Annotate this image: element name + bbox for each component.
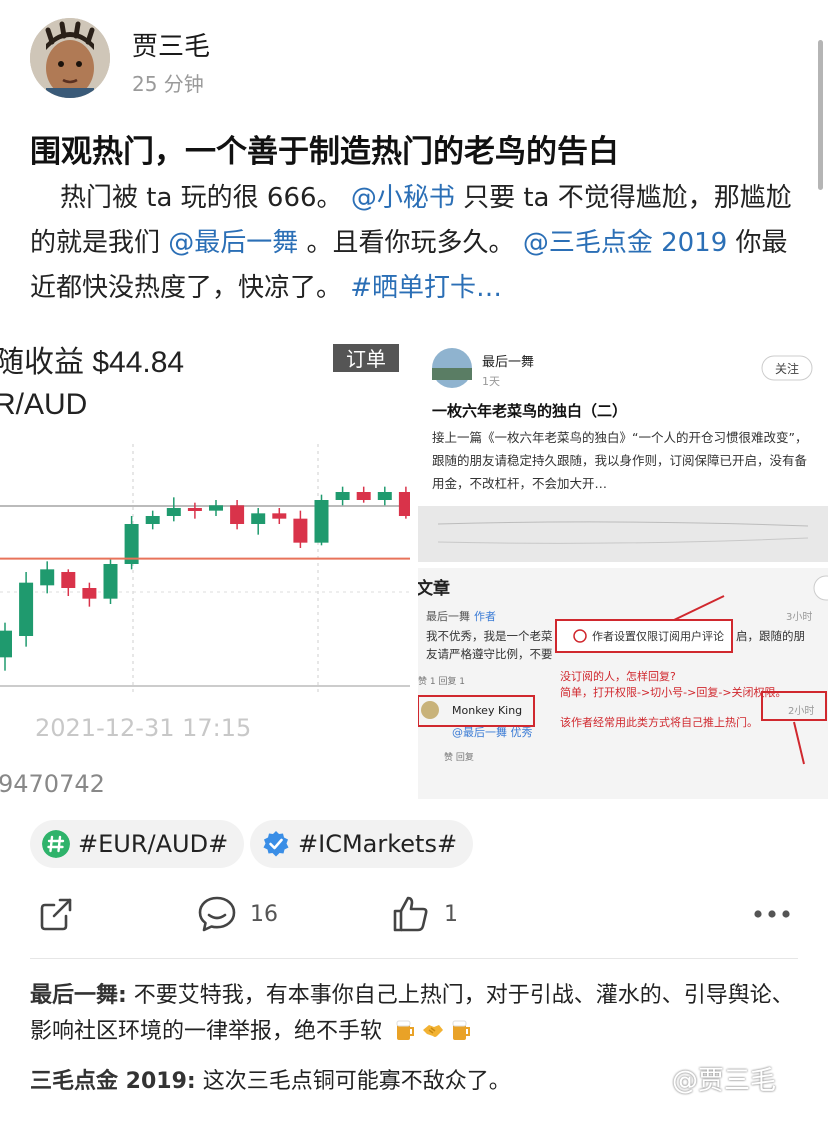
comment-icon: [198, 896, 236, 932]
more-icon: [754, 910, 790, 918]
beer-icon: [452, 1020, 471, 1040]
article-scan-band: [418, 506, 828, 562]
article-title: 一枚六年老菜鸟的独白（二）: [432, 402, 627, 420]
comment-card: 文章 最后一舞 作者 3小时 我不优秀，我是一个老菜 启，跟随的朋 友请严格遵守…: [418, 568, 828, 799]
article-avatar-land: [432, 368, 472, 380]
candle-body: [166, 508, 181, 516]
candle-body: [82, 588, 97, 599]
topic-chip-icmarkets[interactable]: #ICMarkets#: [250, 820, 474, 868]
topic-label: #ICMarkets#: [298, 830, 458, 858]
comment-screenshot[interactable]: 文章 最后一舞 作者 3小时 我不优秀，我是一个老菜 启，跟随的朋 友请严格遵守…: [418, 568, 828, 799]
body-link[interactable]: #晒单打卡…: [350, 273, 502, 303]
chart-pair: R/AUD: [0, 388, 87, 421]
comment-tab: 文章: [418, 578, 450, 599]
candle-body: [314, 500, 329, 543]
post-title: 围观热门，一个善于制造热门的老鸟的告白: [30, 134, 619, 170]
c1-text: 我不优秀，我是一个老菜: [426, 629, 553, 643]
popup-text: 作者设置仅限订阅用户评论: [592, 629, 724, 643]
candle-body: [103, 564, 118, 599]
chart-headline: 随收益 $44.84: [0, 346, 184, 379]
share-button[interactable]: [36, 888, 76, 940]
note-3: 该作者经常用此类方式将自己推上热门。: [560, 715, 758, 729]
comment-item[interactable]: 最后一舞: 不要艾特我，有本事你自己上热门，对于引战、灌水的、引导舆论、影响社区…: [30, 978, 800, 1050]
body-link[interactable]: @小秘书: [351, 183, 455, 213]
article-time: 1天: [482, 375, 500, 388]
note-2: 简单，打开权限->切小号->回复->关闭权限。: [560, 685, 787, 699]
c1-name: 最后一舞: [426, 610, 470, 623]
c1-time: 3小时: [786, 611, 812, 623]
verified-icon: [263, 831, 289, 857]
candle-body: [209, 505, 223, 511]
candle-body: [272, 513, 287, 519]
beer-icon: [396, 1020, 415, 1040]
article-excerpt-box: 接上一篇《一枚六年老菜鸟的独白》“一个人的开仓习惯很难改变”，跟随的朋友请稳定持…: [432, 430, 808, 491]
avatar-image: [30, 18, 110, 98]
article-card: 最后一舞 1天 关注 一枚六年老菜鸟的独白（二） 接上一篇《一枚六年老菜鸟的独白…: [418, 334, 828, 562]
candle-body: [356, 492, 371, 500]
c2-actions: 赞 回复: [444, 751, 474, 763]
handshake-icon: [423, 1025, 444, 1037]
candle-body: [0, 630, 12, 658]
candle-body: [145, 516, 160, 524]
post-body: 热门被 ta 玩的很 666。 @小秘书 只要 ta 不觉得尴尬，那尴尬的就是我…: [30, 176, 800, 311]
share-icon: [40, 898, 72, 931]
candle-body: [251, 513, 266, 524]
more-button[interactable]: [752, 888, 792, 940]
thumbs-up-icon: [393, 896, 428, 932]
candle-body: [335, 492, 350, 500]
comment-author[interactable]: 三毛点金 2019:: [30, 1069, 196, 1094]
c1-tag: 作者: [474, 610, 496, 623]
comment-count: 16: [250, 901, 278, 927]
candle-body: [293, 518, 308, 543]
c2-text: @最后一舞 优秀: [452, 726, 533, 739]
action-bar: 16 1: [0, 888, 828, 940]
chart-timestamp: 2021-12-31 17:15: [35, 714, 251, 742]
body-text: 热门被 ta 玩的很 666。: [60, 183, 351, 213]
hashtag-icon: [42, 830, 70, 858]
candle-body: [61, 572, 76, 588]
c2-name: Monkey King: [452, 704, 522, 717]
avatar[interactable]: [30, 18, 110, 98]
topic-label: #EUR/AUD#: [78, 830, 229, 858]
like-button[interactable]: 1: [390, 888, 458, 940]
c2-time: 2小时: [788, 705, 814, 717]
chart-screenshot[interactable]: 随收益 $44.84 R/AUD 订单 2021-12-31 17:15 947…: [0, 334, 410, 799]
scrollbar[interactable]: [818, 40, 823, 190]
order-id: 9470742: [0, 770, 105, 798]
candle-body: [19, 582, 34, 636]
post-time: 25 分钟: [132, 72, 204, 96]
c1-actions: 赞 1 回复 1: [418, 675, 465, 687]
divider: [30, 958, 798, 959]
candle-body: [40, 569, 55, 586]
topic-chip-eur-aud[interactable]: #EUR/AUD#: [30, 820, 245, 868]
comment-bg: [418, 568, 828, 799]
follow-label: 关注: [775, 361, 799, 376]
article-excerpt: 接上一篇《一枚六年老菜鸟的独白》“一个人的开仓习惯很难改变”，跟随的朋友请稳定持…: [432, 430, 808, 491]
monkey-avatar: [421, 701, 439, 719]
author-name[interactable]: 贾三毛: [132, 26, 210, 63]
body-link[interactable]: @三毛点金 2019: [523, 228, 727, 258]
article-author: 最后一舞: [482, 355, 534, 370]
watermark: @贾三毛: [672, 1066, 777, 1096]
body-link[interactable]: @最后一舞: [168, 228, 298, 258]
note-1: 没订阅的人，怎样回复?: [560, 669, 676, 683]
article-screenshot[interactable]: 最后一舞 1天 关注 一枚六年老菜鸟的独白（二） 接上一篇《一枚六年老菜鸟的独白…: [418, 334, 828, 562]
candlestick-chart: 随收益 $44.84 R/AUD 订单 2021-12-31 17:15 947…: [0, 334, 410, 799]
candle-body: [398, 492, 410, 516]
c1-line2: 友请严格遵守比例，不要: [426, 647, 553, 661]
candle-body: [377, 492, 392, 500]
comment-author[interactable]: 最后一舞:: [30, 983, 127, 1008]
order-badge-label: 订单: [346, 347, 386, 371]
post-header: 贾三毛 25 分钟: [0, 0, 828, 110]
candle-body: [230, 505, 245, 524]
comment-text: 这次三毛点铜可能寡不敌众了。: [195, 1069, 511, 1094]
c1-text-tail: 启，跟随的朋: [736, 629, 805, 643]
like-count: 1: [444, 901, 458, 927]
body-text: 。且看你玩多久。: [298, 228, 523, 258]
candle-body: [187, 508, 202, 511]
comment-button[interactable]: 16: [196, 888, 278, 940]
